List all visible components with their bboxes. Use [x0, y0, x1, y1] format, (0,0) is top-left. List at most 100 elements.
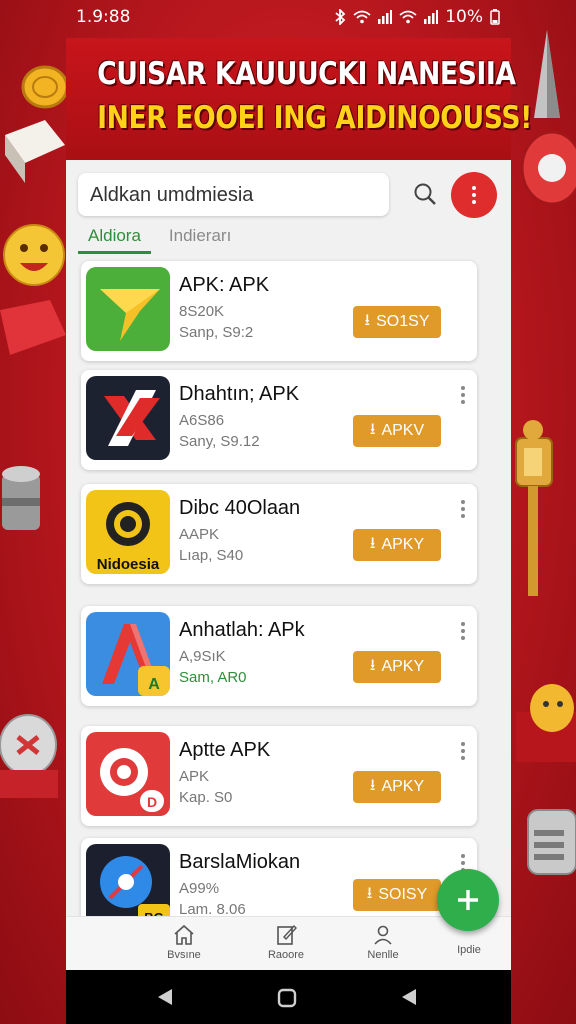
signal-icon: [378, 10, 393, 24]
app-name: Anhatlah: APk: [179, 619, 305, 641]
search-input[interactable]: Aldkan umdmiesia: [78, 173, 389, 216]
bottom-navigation: Bvsıne Raoore Nenlle Ipdie: [66, 916, 511, 970]
red-block-decoration-icon: [0, 300, 66, 355]
yellow-toy-decoration-icon: [516, 684, 576, 762]
download-icon: ⭳: [369, 776, 376, 794]
wifi-icon-2: [399, 10, 417, 24]
app-card[interactable]: D Aptte APK APK Kap. S0 ⭳ APKY: [81, 726, 477, 826]
download-icon: ⭳: [366, 884, 373, 902]
battery-icon: [490, 9, 500, 25]
app-card[interactable]: Dhahtın; APK A6S86 Sany, S9.12 ⭳ APKV: [81, 370, 477, 470]
can-decoration-icon: [2, 466, 40, 530]
download-icon: ⭳: [369, 656, 376, 674]
download-button-label: SO1SY: [376, 313, 430, 330]
card-more-icon[interactable]: [461, 500, 465, 521]
nav-add-label: Ipdie: [457, 944, 481, 956]
nav-profile-label: Nenlle: [367, 949, 399, 961]
trophy-decoration-icon: [515, 420, 553, 596]
svg-text:A: A: [148, 676, 160, 693]
blue-a-icon: A: [86, 612, 170, 696]
tab-bar: Aldiora Indierarı: [78, 222, 241, 254]
tab-indie[interactable]: Indierarı: [159, 222, 241, 254]
banner-subtitle: INER EOOEI ING AIDINOOUSS!: [97, 100, 532, 136]
download-button[interactable]: ⭳ APKY: [353, 529, 441, 561]
promo-banner: CUISAR KAUUUCKI NANESIIA INER EOOEI ING …: [66, 38, 532, 160]
app-card[interactable]: APK: APK 8S20K Sanp, S9:2 ⭳ SO1SY: [81, 261, 477, 361]
download-button[interactable]: ⭳ SOISY: [353, 879, 441, 911]
status-time: 1.9:88: [76, 7, 131, 27]
download-button[interactable]: ⭳ APKY: [353, 651, 441, 683]
download-button[interactable]: ⭳ APKV: [353, 415, 441, 447]
app-name: Dibc 40Olaan: [179, 497, 301, 519]
download-icon: ⭳: [369, 420, 376, 438]
add-fab-button[interactable]: [437, 869, 499, 931]
app-meta: Sam, AR0: [179, 669, 247, 686]
coin-decoration-icon: [21, 65, 69, 109]
battery-percent: 10%: [445, 7, 483, 27]
app-card[interactable]: Nidoesia Dibc 40Olaan AAPK Lıap, S40 ⭳ AP…: [81, 484, 477, 584]
more-vertical-icon: [472, 186, 476, 204]
nav-home[interactable]: Bvsıne: [149, 923, 219, 961]
svg-text:D: D: [147, 794, 157, 810]
app-size: 8S20K: [179, 303, 225, 320]
nav-profile[interactable]: Nenlle: [348, 923, 418, 961]
app-size: A6S86: [179, 412, 225, 429]
system-navigation-bar: [66, 970, 511, 1024]
app-size: AAPK: [179, 526, 220, 543]
app-meta: Sany, S9.12: [179, 433, 260, 450]
back-icon[interactable]: [156, 988, 174, 1006]
tab-all[interactable]: Aldiora: [78, 222, 151, 254]
download-button[interactable]: ⭳ APKY: [353, 771, 441, 803]
download-button-label: APKV: [381, 422, 425, 439]
nav-notes[interactable]: Raoore: [251, 923, 321, 961]
app-size: APK: [179, 768, 210, 785]
search-icon[interactable]: [412, 181, 438, 207]
button-decoration-icon: [0, 714, 58, 798]
status-icons: 10%: [334, 7, 500, 27]
recents-icon[interactable]: [400, 988, 418, 1006]
home-button-icon[interactable]: [277, 988, 297, 1008]
app-size: A99%: [179, 880, 220, 897]
search-row: Aldkan umdmiesia: [78, 172, 498, 218]
signal-icon-2: [424, 10, 439, 24]
app-card[interactable]: A Anhatlah: APk A,9SıK Sam, AR0 ⭳ APKY: [81, 606, 477, 706]
app-meta: Lıap, S40: [179, 547, 244, 564]
plus-icon: [458, 890, 478, 910]
download-button-label: APKY: [381, 778, 425, 795]
home-icon: [174, 924, 194, 945]
robot-decoration-icon: [527, 809, 576, 875]
download-icon: ⭳: [369, 534, 376, 552]
bluetooth-icon: [335, 9, 346, 25]
red-x-icon: [86, 376, 170, 460]
app-name: Aptte APK: [179, 739, 271, 761]
download-button[interactable]: ⭳ SO1SY: [353, 306, 441, 338]
app-name: APK: APK: [179, 274, 270, 296]
star-arrow-icon: [86, 267, 170, 351]
nav-home-label: Bvsıne: [167, 949, 201, 961]
nidoesia-badge-icon: Nidoesia: [86, 490, 170, 574]
white-box-decoration-icon: [5, 120, 65, 183]
svg-text:Nidoesia: Nidoesia: [97, 556, 160, 573]
download-icon: ⭳: [364, 311, 371, 329]
emoji-decoration-icon: [3, 224, 65, 286]
app-store-screen: Aldkan umdmiesia Aldiora Indierarı APK: …: [66, 160, 511, 970]
app-name: BarslaMiokan: [179, 851, 301, 873]
download-button-label: APKY: [381, 536, 425, 553]
more-menu-button[interactable]: [451, 172, 497, 218]
app-size: A,9SıK: [179, 648, 226, 665]
app-meta: Sanp, S9:2: [179, 324, 254, 341]
wifi-icon: [353, 10, 371, 24]
app-meta: Kap. S0: [179, 789, 233, 806]
download-button-label: APKY: [381, 658, 425, 675]
card-more-icon[interactable]: [461, 742, 465, 763]
tower-decoration-icon: [534, 30, 560, 118]
card-more-icon[interactable]: [461, 622, 465, 643]
nav-add-label-wrap: Ipdie: [434, 944, 504, 956]
card-more-icon[interactable]: [461, 386, 465, 407]
download-button-label: SOISY: [378, 886, 428, 903]
banner-title: CUISAR KAUUUCKI NANESIIA: [97, 56, 516, 92]
status-bar: 1.9:88 10%: [0, 0, 576, 34]
notes-icon: [277, 924, 297, 945]
person-icon: [374, 925, 392, 945]
app-name: Dhahtın; APK: [179, 383, 300, 405]
